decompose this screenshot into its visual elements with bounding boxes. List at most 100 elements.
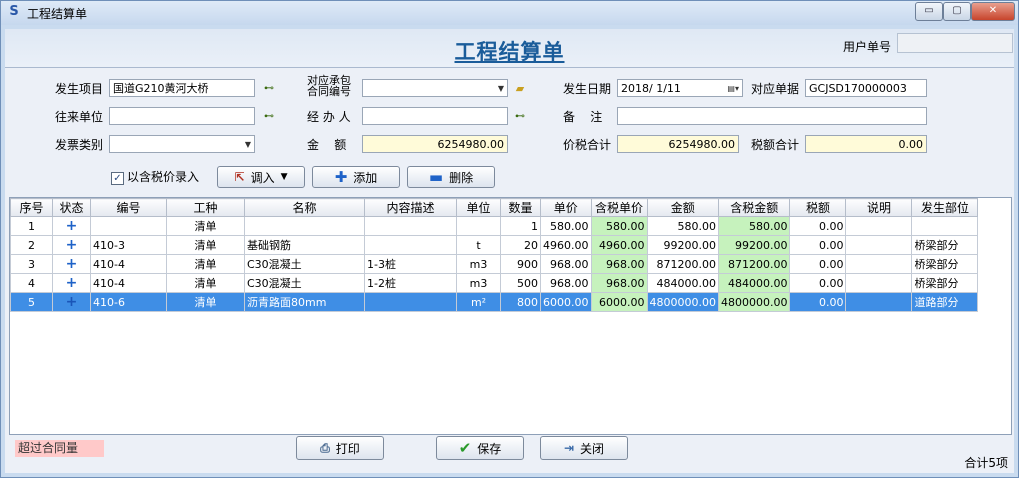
cell-qty[interactable]: 800: [500, 292, 541, 312]
cell-location[interactable]: 桥梁部分: [911, 254, 979, 274]
cell-taxed-unit-price[interactable]: 580.00: [590, 216, 648, 236]
cell-description[interactable]: [364, 292, 457, 312]
cell-location[interactable]: [911, 216, 979, 236]
cell-location[interactable]: 道路部分: [911, 292, 979, 312]
cell-description[interactable]: 1-2桩: [364, 273, 457, 293]
cell-qty[interactable]: 500: [500, 273, 541, 293]
column-header-status[interactable]: 状态: [52, 198, 91, 217]
maximize-button[interactable]: ▢: [943, 2, 971, 21]
cell-code[interactable]: 410-6: [90, 292, 167, 312]
cell-tax[interactable]: 0.00: [789, 216, 847, 236]
cell-work-type[interactable]: 清单: [166, 292, 245, 312]
status-cell[interactable]: +: [52, 273, 91, 293]
cell-code[interactable]: 410-3: [90, 235, 167, 255]
column-header-code[interactable]: 编号: [90, 198, 167, 217]
key-icon[interactable]: ⊷: [512, 111, 528, 123]
cell-amount[interactable]: 580.00: [646, 216, 719, 236]
items-grid[interactable]: 序号 状态 编号 工种 名称 内容描述 单位 数量 单价 含税单价 金额 含税金额 税额 说明 发生部位 1…: [9, 197, 1012, 435]
cell-taxed-amount[interactable]: 484000.00: [717, 273, 791, 293]
project-field[interactable]: 国道G210黄河大桥: [109, 79, 255, 97]
cell-seq[interactable]: 1: [10, 216, 53, 236]
cell-note[interactable]: [845, 292, 913, 312]
cell-name[interactable]: 基础钢筋: [244, 235, 365, 255]
column-header-amount[interactable]: 金额: [646, 198, 719, 217]
print-button[interactable]: ⎙ 打印: [296, 436, 384, 460]
cell-qty[interactable]: 1: [500, 216, 541, 236]
add-button[interactable]: ✚ 添加: [312, 166, 400, 188]
status-cell[interactable]: +: [52, 254, 91, 274]
cell-qty[interactable]: 900: [500, 254, 541, 274]
cell-taxed-amount[interactable]: 99200.00: [717, 235, 791, 255]
doc-no-field[interactable]: GCJSD170000003: [805, 79, 927, 97]
table-row[interactable]: 5 +410-6 清单 沥青路面80mm m² 800 6000.00 6000.00 4800…: [10, 292, 979, 312]
cell-name[interactable]: 沥青路面80mm: [244, 292, 365, 312]
invoice-type-dropdown[interactable]: ▼: [109, 135, 255, 153]
column-header-note[interactable]: 说明: [845, 198, 913, 217]
cell-work-type[interactable]: 清单: [166, 216, 245, 236]
user-no-field[interactable]: [897, 33, 1013, 53]
cell-note[interactable]: [845, 235, 913, 255]
cell-taxed-amount[interactable]: 871200.00: [717, 254, 791, 274]
import-button[interactable]: ⇱ 调入 ▼: [217, 166, 305, 188]
column-header-seq[interactable]: 序号: [10, 198, 53, 217]
table-row[interactable]: 2 +410-3 清单 基础钢筋 t 20 4960.00 4960.00 99200.00 99…: [10, 235, 979, 255]
cell-name[interactable]: C30混凝土: [244, 273, 365, 293]
column-header-tax[interactable]: 税额: [789, 198, 847, 217]
cell-name[interactable]: [244, 216, 365, 236]
cell-description[interactable]: 1-3桩: [364, 254, 457, 274]
partner-field[interactable]: [109, 107, 255, 125]
cell-tax[interactable]: 0.00: [789, 235, 847, 255]
cell-tax[interactable]: 0.00: [789, 254, 847, 274]
cell-location[interactable]: 桥梁部分: [911, 235, 979, 255]
cell-qty[interactable]: 20: [500, 235, 541, 255]
cell-taxed-amount[interactable]: 4800000.00: [717, 292, 791, 312]
amount-field[interactable]: 6254980.00: [362, 135, 508, 153]
cell-unit-price[interactable]: 6000.00: [540, 292, 592, 312]
column-header-location[interactable]: 发生部位: [911, 198, 979, 217]
table-row[interactable]: 1 + 清单 1 580.00 580.00 580.00 580.00 0.00: [10, 216, 979, 236]
cell-unit[interactable]: [456, 216, 501, 236]
column-header-qty[interactable]: 数量: [500, 198, 541, 217]
cell-tax[interactable]: 0.00: [789, 292, 847, 312]
cell-seq[interactable]: 4: [10, 273, 53, 293]
cell-tax[interactable]: 0.00: [789, 273, 847, 293]
cell-unit[interactable]: m²: [456, 292, 501, 312]
cell-taxed-amount[interactable]: 580.00: [717, 216, 791, 236]
cell-code[interactable]: 410-4: [90, 254, 167, 274]
cell-note[interactable]: [845, 216, 913, 236]
column-header-unit[interactable]: 单位: [456, 198, 501, 217]
cell-work-type[interactable]: 清单: [166, 273, 245, 293]
column-header-taxed-amount[interactable]: 含税金额: [717, 198, 791, 217]
cell-work-type[interactable]: 清单: [166, 254, 245, 274]
cell-unit[interactable]: m3: [456, 273, 501, 293]
cell-location[interactable]: 桥梁部分: [911, 273, 979, 293]
cell-amount[interactable]: 484000.00: [646, 273, 719, 293]
column-header-description[interactable]: 内容描述: [364, 198, 457, 217]
cell-name[interactable]: C30混凝土: [244, 254, 365, 274]
cell-amount[interactable]: 871200.00: [646, 254, 719, 274]
cell-unit-price[interactable]: 968.00: [540, 254, 592, 274]
column-header-unit-price[interactable]: 单价: [540, 198, 592, 217]
cell-taxed-unit-price[interactable]: 4960.00: [590, 235, 648, 255]
handler-field[interactable]: [362, 107, 508, 125]
cell-description[interactable]: [364, 216, 457, 236]
table-row[interactable]: 4 +410-4 清单 C30混凝土 1-2桩 m3 500 968.00 968.00 4840…: [10, 273, 979, 293]
cell-taxed-unit-price[interactable]: 968.00: [590, 273, 648, 293]
column-header-name[interactable]: 名称: [244, 198, 365, 217]
close-button[interactable]: ⇥ 关闭: [540, 436, 628, 460]
cell-unit[interactable]: m3: [456, 254, 501, 274]
key-icon[interactable]: ⊷: [261, 83, 277, 95]
cell-unit-price[interactable]: 4960.00: [540, 235, 592, 255]
cell-taxed-unit-price[interactable]: 6000.00: [590, 292, 648, 312]
status-cell[interactable]: +: [52, 235, 91, 255]
column-header-taxed-unit-price[interactable]: 含税单价: [590, 198, 648, 217]
date-picker[interactable]: 2018/ 1/11 ▤▾: [617, 79, 743, 97]
remark-field[interactable]: [617, 107, 927, 125]
cell-code[interactable]: 410-4: [90, 273, 167, 293]
cell-seq[interactable]: 3: [10, 254, 53, 274]
tax-total-field[interactable]: 0.00: [805, 135, 927, 153]
cell-description[interactable]: [364, 235, 457, 255]
close-window-button[interactable]: ✕: [971, 2, 1015, 21]
taxed-total-field[interactable]: 6254980.00: [617, 135, 739, 153]
minimize-button[interactable]: ▭: [915, 2, 943, 21]
